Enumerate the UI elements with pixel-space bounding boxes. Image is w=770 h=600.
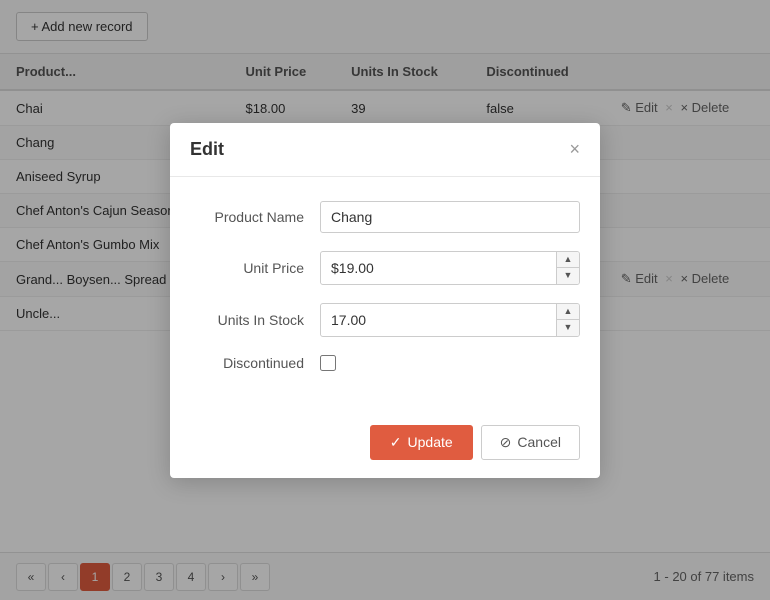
modal-title: Edit: [190, 139, 224, 160]
edit-modal: Edit × Product Name Unit Price ▲ ▼: [170, 123, 600, 478]
cancel-button[interactable]: ⊘ Cancel: [481, 425, 580, 460]
unit-price-spinner-buttons: ▲ ▼: [556, 252, 579, 284]
modal-close-button[interactable]: ×: [569, 140, 580, 158]
unit-price-down-button[interactable]: ▼: [557, 268, 579, 284]
update-check-icon: ✓: [390, 434, 402, 451]
units-in-stock-up-button[interactable]: ▲: [557, 304, 579, 320]
modal-body: Product Name Unit Price ▲ ▼: [170, 177, 600, 413]
cancel-icon: ⊘: [500, 434, 512, 451]
unit-price-input[interactable]: [321, 253, 556, 283]
units-in-stock-row: Units In Stock ▲ ▼: [190, 303, 580, 337]
unit-price-row: Unit Price ▲ ▼: [190, 251, 580, 285]
product-name-input[interactable]: [320, 201, 580, 233]
cancel-button-label: Cancel: [517, 434, 561, 450]
units-in-stock-label: Units In Stock: [190, 312, 320, 328]
units-in-stock-spinner: ▲ ▼: [320, 303, 580, 337]
unit-price-label: Unit Price: [190, 260, 320, 276]
update-button-label: Update: [408, 434, 453, 450]
modal-overlay: Edit × Product Name Unit Price ▲ ▼: [0, 0, 770, 600]
product-name-label: Product Name: [190, 209, 320, 225]
main-content: + Add new record Product... Unit Price U…: [0, 0, 770, 600]
discontinued-label: Discontinued: [190, 355, 320, 371]
product-name-row: Product Name: [190, 201, 580, 233]
units-in-stock-down-button[interactable]: ▼: [557, 320, 579, 336]
units-in-stock-spinner-buttons: ▲ ▼: [556, 304, 579, 336]
update-button[interactable]: ✓ Update: [370, 425, 473, 460]
unit-price-up-button[interactable]: ▲: [557, 252, 579, 268]
units-in-stock-input[interactable]: [321, 305, 556, 335]
discontinued-row: Discontinued: [190, 355, 580, 371]
modal-footer: ✓ Update ⊘ Cancel: [170, 413, 600, 478]
discontinued-checkbox[interactable]: [320, 355, 336, 371]
unit-price-spinner: ▲ ▼: [320, 251, 580, 285]
modal-header: Edit ×: [170, 123, 600, 177]
